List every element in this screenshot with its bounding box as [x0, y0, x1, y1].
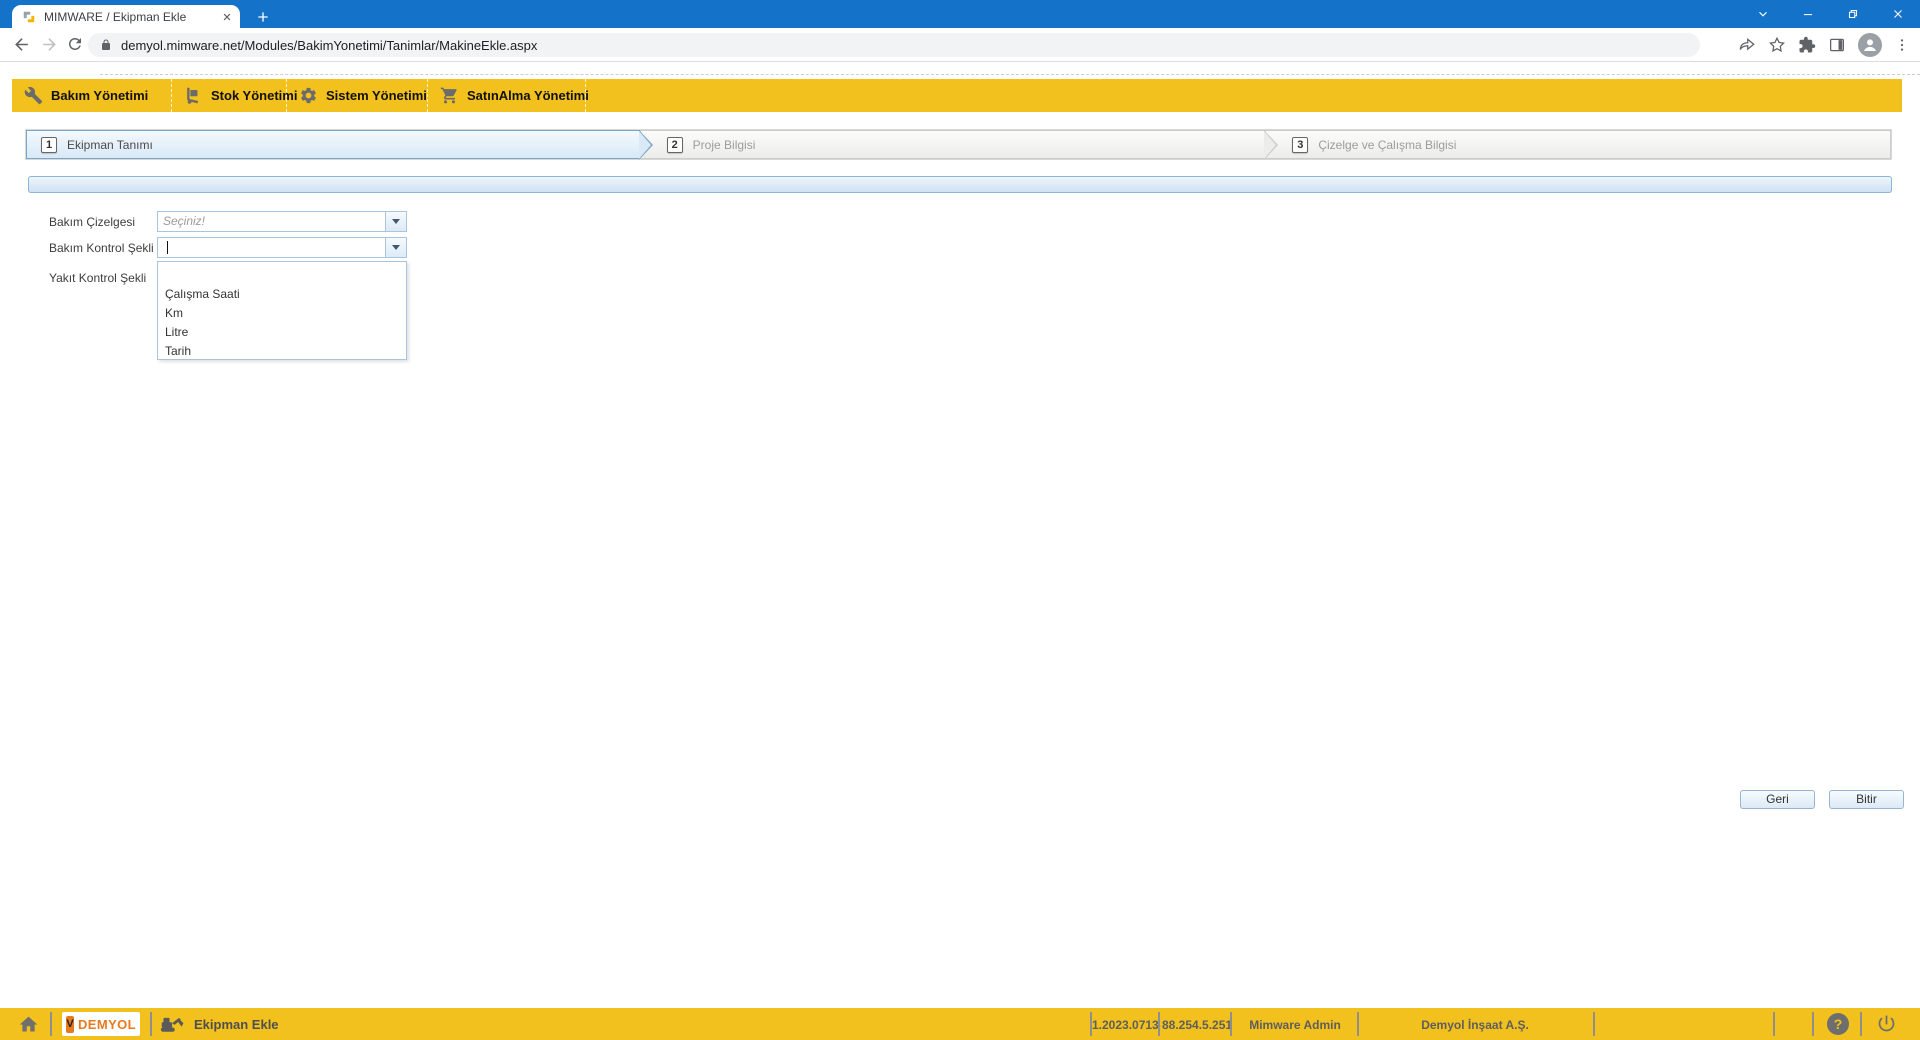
yakit-kontrol-sekli-label: Yakıt Kontrol Şekli	[49, 271, 146, 285]
cart-icon	[440, 86, 459, 105]
close-button[interactable]	[1875, 0, 1920, 28]
menu-label: Bakım Yönetimi	[51, 88, 148, 103]
browser-tab[interactable]: MIMWARE / Ekipman Ekle	[12, 5, 240, 28]
step-number: 1	[41, 137, 57, 153]
tab-title: MIMWARE / Ekipman Ekle	[44, 10, 220, 24]
text-caret	[167, 241, 168, 254]
tab-search-icon[interactable]	[1740, 0, 1785, 28]
bakim-kontrol-sekli-value[interactable]	[158, 238, 385, 257]
main-menu-bar: Bakım Yönetimi Stok Yönetimi Sistem Yöne…	[12, 79, 1902, 112]
tab-close-icon[interactable]	[220, 10, 234, 24]
app-version: 1.2023.0713	[1092, 1018, 1156, 1032]
address-bar[interactable]: demyol.mimware.net/Modules/BakimYonetimi…	[88, 33, 1700, 57]
dropdown-option-litre[interactable]: Litre	[158, 323, 406, 342]
excavator-icon	[160, 1015, 186, 1033]
divider	[1773, 1012, 1775, 1036]
client-ip: 88.254.5.251	[1162, 1018, 1228, 1032]
company-name: Demyol İnşaat A.Ş.	[1361, 1018, 1589, 1032]
side-panel-icon[interactable]	[1828, 36, 1846, 54]
extensions-icon[interactable]	[1798, 36, 1816, 54]
lock-icon[interactable]	[100, 39, 112, 51]
url-text[interactable]: demyol.mimware.net/Modules/BakimYonetimi…	[121, 38, 537, 53]
browser-window: MIMWARE / Ekipman Ekle	[0, 0, 1920, 1040]
geri-button[interactable]: Geri	[1740, 790, 1815, 809]
wrench-icon	[24, 86, 43, 105]
divider	[1230, 1012, 1232, 1036]
handtruck-icon	[184, 86, 203, 105]
step-label: Ekipman Tanımı	[67, 138, 153, 152]
browser-menu-icon[interactable]	[1894, 37, 1910, 53]
browser-titlebar: MIMWARE / Ekipman Ekle	[0, 0, 1920, 28]
step-number: 3	[1292, 137, 1308, 153]
menu-label: SatınAlma Yönetimi	[467, 88, 589, 103]
bakim-kontrol-sekli-combobox[interactable]	[157, 237, 407, 258]
bakim-cizelgesi-value[interactable]: Seçiniz!	[158, 212, 385, 231]
restore-button[interactable]	[1830, 0, 1875, 28]
menu-label: Stok Yönetimi	[211, 88, 297, 103]
divider	[50, 1012, 52, 1036]
panel-header-strip	[28, 176, 1892, 193]
window-controls	[1740, 0, 1920, 28]
status-bar: V DEMYOL Ekipman Ekle 1.2023.0713 88.254…	[0, 1008, 1920, 1040]
reload-icon[interactable]	[66, 35, 84, 53]
bitir-button[interactable]: Bitir	[1829, 790, 1904, 809]
share-icon[interactable]	[1738, 36, 1756, 54]
bookmark-star-icon[interactable]	[1768, 36, 1786, 54]
wizard-step-proje-bilgisi[interactable]: 2 Proje Bilgisi	[640, 130, 1266, 159]
demyol-logo-badge: V	[66, 1016, 74, 1033]
chevron-down-icon	[392, 219, 400, 224]
minimize-button[interactable]	[1785, 0, 1830, 28]
dropdown-option-tarih[interactable]: Tarih	[158, 342, 406, 361]
page-top-divider	[100, 74, 1920, 75]
back-icon[interactable]	[12, 35, 31, 54]
gear-icon	[299, 86, 318, 105]
mimware-favicon-icon	[22, 10, 36, 24]
menu-item-bakim-yonetimi[interactable]: Bakım Yönetimi	[12, 79, 172, 112]
bakim-kontrol-sekli-label: Bakım Kontrol Şekli	[49, 241, 154, 255]
forward-icon[interactable]	[40, 35, 59, 54]
profile-avatar[interactable]	[1858, 33, 1882, 57]
logged-in-user: Mimware Admin	[1236, 1018, 1354, 1032]
divider	[1158, 1012, 1160, 1036]
demyol-logo-text: DEMYOL	[78, 1017, 136, 1032]
wizard-steps-bar: 1 Ekipman Tanımı 2 Proje Bilgisi 3 Çizel…	[25, 129, 1892, 160]
toolbar-right-icons	[1738, 28, 1910, 62]
step-label: Çizelge ve Çalışma Bilgisi	[1318, 138, 1456, 152]
dropdown-option-calisma-saati[interactable]: Çalışma Saati	[158, 285, 406, 304]
dropdown-option-km[interactable]: Km	[158, 304, 406, 323]
bakim-cizelgesi-label: Bakım Çizelgesi	[49, 215, 135, 229]
home-icon[interactable]	[18, 1014, 39, 1035]
menu-item-stok-yonetimi[interactable]: Stok Yönetimi	[172, 79, 287, 112]
help-icon[interactable]: ?	[1827, 1013, 1849, 1035]
divider	[1593, 1012, 1595, 1036]
power-icon[interactable]	[1876, 1013, 1897, 1034]
menu-item-sistem-yonetimi[interactable]: Sistem Yönetimi	[287, 79, 428, 112]
divider	[1357, 1012, 1359, 1036]
new-tab-button[interactable]	[252, 6, 274, 28]
step-number: 2	[667, 137, 683, 153]
bakim-cizelgesi-combobox[interactable]: Seçiniz!	[157, 211, 407, 232]
current-page-label: Ekipman Ekle	[194, 1017, 279, 1032]
dropdown-option-empty[interactable]	[158, 262, 406, 285]
dropdown-option-list: Çalışma Saati Km Litre Tarih	[157, 261, 407, 360]
dropdown-arrow-button[interactable]	[385, 212, 406, 231]
divider	[150, 1012, 152, 1036]
wizard-step-cizelge-calisma[interactable]: 3 Çizelge ve Çalışma Bilgisi	[1265, 130, 1891, 159]
divider	[1860, 1012, 1862, 1036]
demyol-logo[interactable]: V DEMYOL	[62, 1012, 140, 1036]
dropdown-arrow-button[interactable]	[385, 238, 406, 257]
menu-item-satinalma-yonetimi[interactable]: SatınAlma Yönetimi	[428, 79, 586, 112]
menu-label: Sistem Yönetimi	[326, 88, 427, 103]
wizard-step-ekipman-tanimi[interactable]: 1 Ekipman Tanımı	[26, 130, 640, 159]
step-label: Proje Bilgisi	[693, 138, 756, 152]
chevron-down-icon	[392, 245, 400, 250]
divider	[1812, 1012, 1814, 1036]
